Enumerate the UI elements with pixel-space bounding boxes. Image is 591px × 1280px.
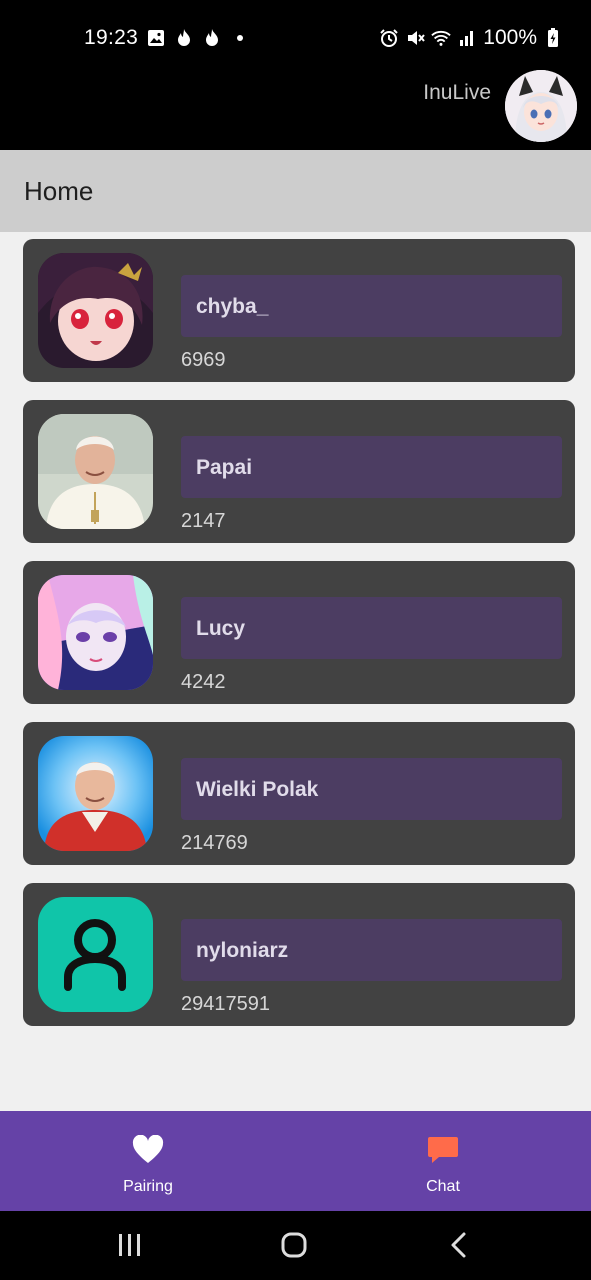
alarm-icon: [379, 28, 399, 48]
home-button[interactable]: [274, 1229, 314, 1261]
list-item[interactable]: Wielki Polak 214769: [23, 722, 575, 865]
name-field[interactable]: nyloniarz: [181, 919, 562, 981]
flame-icon: [174, 28, 194, 48]
list-item[interactable]: Papai 2147: [23, 400, 575, 543]
flame-icon: [202, 28, 222, 48]
nav-pairing[interactable]: Pairing: [68, 1111, 228, 1211]
dot-icon: [230, 28, 250, 48]
signal-icon: [457, 28, 477, 48]
avatar: [38, 736, 153, 851]
chat-icon: [427, 1135, 459, 1165]
back-button[interactable]: [440, 1229, 480, 1261]
contact-list: chyba_ 6969 Papai 2147 Lucy 4242 Wielki …: [23, 239, 583, 1044]
avatar: [38, 253, 153, 368]
app-header: InuLive: [0, 68, 591, 150]
contact-name: nyloniarz: [196, 939, 289, 962]
list-item[interactable]: nyloniarz 29417591: [23, 883, 575, 1026]
bottom-nav: Pairing Chat: [0, 1111, 591, 1211]
system-nav-bar: [0, 1211, 591, 1280]
battery-charging-icon: [543, 28, 563, 48]
status-right-icons: 100%: [379, 26, 563, 50]
mute-icon: [405, 28, 426, 48]
avatar: [38, 414, 153, 529]
app-name: InuLive: [423, 81, 491, 104]
avatar: [38, 897, 153, 1012]
recent-apps-button[interactable]: [110, 1229, 150, 1261]
name-field[interactable]: Lucy: [181, 597, 562, 659]
heart-icon: [132, 1134, 164, 1165]
page-title: Home: [24, 176, 94, 206]
wifi-icon: [431, 28, 451, 48]
status-time: 19:23: [84, 26, 139, 49]
nav-pairing-label: Pairing: [123, 1178, 173, 1195]
list-item[interactable]: chyba_ 6969: [23, 239, 575, 382]
contact-name: chyba_: [196, 295, 269, 318]
contact-number: 4242: [181, 671, 226, 693]
list-item[interactable]: Lucy 4242: [23, 561, 575, 704]
gallery-icon: [146, 28, 166, 48]
avatar: [38, 575, 153, 690]
nav-chat[interactable]: Chat: [363, 1111, 523, 1211]
battery-percent: 100%: [483, 26, 537, 49]
contact-name: Papai: [196, 456, 253, 479]
contact-number: 29417591: [181, 993, 270, 1015]
name-field[interactable]: Papai: [181, 436, 562, 498]
profile-avatar[interactable]: [505, 70, 577, 142]
name-field[interactable]: chyba_: [181, 275, 562, 337]
status-bar: 19:23 100%: [0, 0, 591, 78]
name-field[interactable]: Wielki Polak: [181, 758, 562, 820]
status-left-icons: [146, 28, 250, 48]
contact-number: 2147: [181, 510, 226, 532]
contact-number: 214769: [181, 832, 248, 854]
nav-chat-label: Chat: [426, 1178, 460, 1195]
toolbar: Home: [0, 150, 591, 232]
contact-name: Lucy: [196, 617, 246, 640]
contact-name: Wielki Polak: [196, 778, 319, 801]
contact-number: 6969: [181, 349, 226, 371]
